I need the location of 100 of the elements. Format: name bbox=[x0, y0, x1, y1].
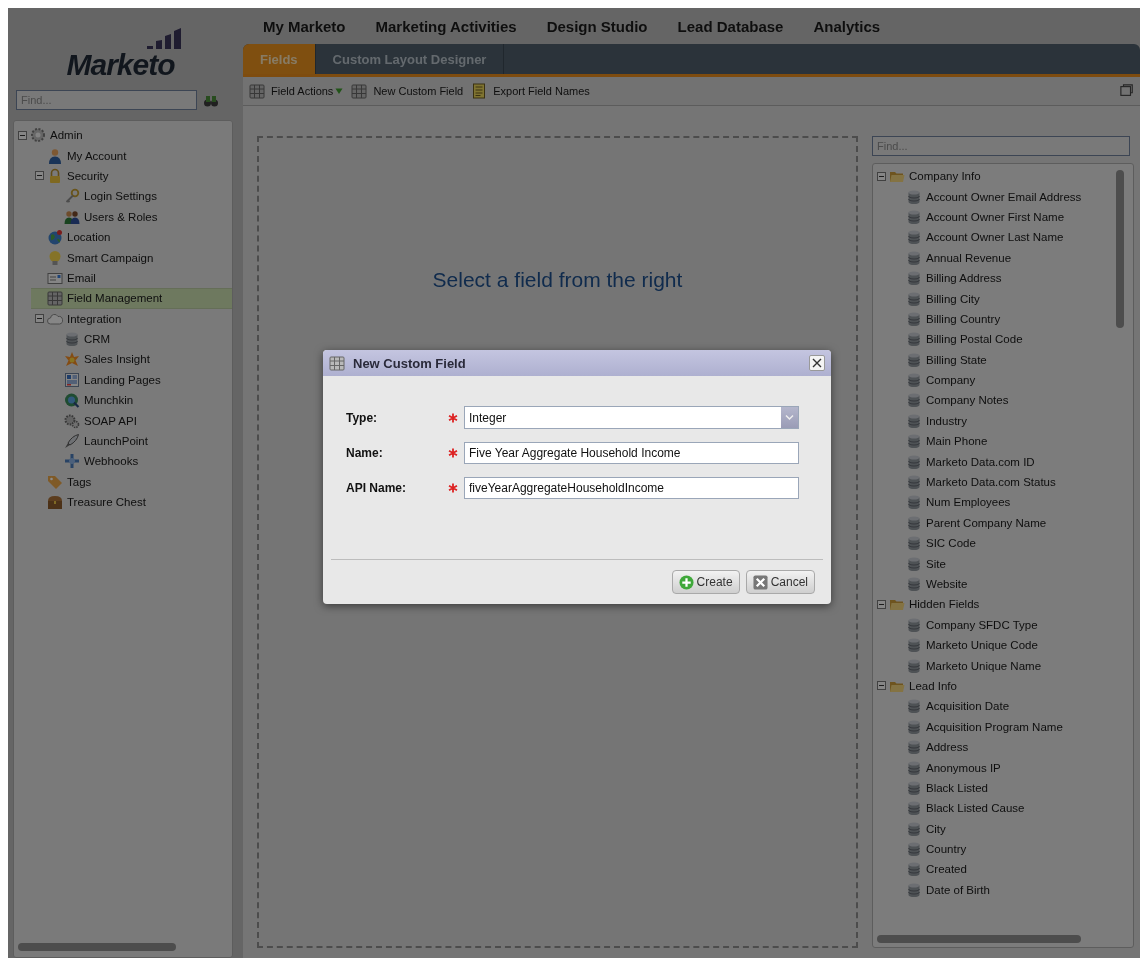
scrollbar[interactable] bbox=[1116, 170, 1124, 328]
create-button[interactable]: Create bbox=[671, 570, 740, 594]
toolbar-button[interactable]: New Custom Field bbox=[351, 83, 464, 99]
collapse-icon[interactable] bbox=[35, 314, 44, 324]
tree-item[interactable]: SOAP API bbox=[48, 410, 232, 431]
dialog-title: New Custom Field bbox=[353, 355, 467, 371]
tree-item[interactable]: Website bbox=[890, 573, 1133, 595]
tree-item[interactable]: Integration bbox=[31, 308, 232, 329]
tree-item[interactable]: Field Management bbox=[31, 288, 232, 309]
tree-item[interactable]: Annual Revenue bbox=[890, 247, 1133, 268]
tree-item[interactable]: Account Owner Email Address bbox=[890, 186, 1133, 207]
tree-item[interactable]: Webhooks bbox=[48, 451, 232, 472]
field-label: Type: bbox=[346, 410, 379, 425]
database-icon bbox=[906, 412, 922, 429]
tree-item[interactable]: Smart Campaign bbox=[31, 247, 232, 268]
tree-item[interactable]: Users & Roles bbox=[48, 206, 232, 227]
collapse-icon[interactable] bbox=[877, 599, 886, 609]
tree-item[interactable]: Company Info bbox=[873, 166, 1133, 187]
database-icon bbox=[906, 351, 922, 368]
database-icon bbox=[906, 881, 922, 898]
tree-item[interactable]: City bbox=[890, 818, 1133, 839]
database-icon bbox=[64, 331, 80, 348]
tree-item[interactable]: CRM bbox=[48, 328, 232, 350]
tree-item[interactable]: Security bbox=[31, 165, 232, 187]
window-icon[interactable] bbox=[1120, 84, 1134, 98]
close-button[interactable] bbox=[809, 355, 825, 371]
tree-item[interactable]: Anonymous IP bbox=[890, 757, 1133, 778]
people-icon bbox=[64, 208, 80, 225]
database-icon bbox=[906, 208, 922, 225]
tree-item[interactable]: Billing Postal Code bbox=[890, 329, 1133, 350]
database-icon bbox=[906, 270, 922, 287]
nav-link[interactable]: Design Studio bbox=[546, 17, 648, 35]
tree-item[interactable]: Location bbox=[31, 226, 232, 248]
input-field[interactable]: Five Year Aggregate Household Income bbox=[464, 441, 799, 464]
tree-item[interactable]: Munchkin bbox=[48, 390, 232, 411]
tree-item[interactable]: Main Phone bbox=[890, 431, 1133, 452]
tree-item[interactable]: Acquisition Program Name bbox=[890, 716, 1133, 737]
database-icon bbox=[906, 718, 922, 735]
tree-item[interactable]: Billing Country bbox=[890, 308, 1133, 330]
nav-link[interactable]: My Marketo bbox=[263, 17, 346, 35]
tree-item[interactable]: Account Owner First Name bbox=[890, 206, 1133, 228]
tree-item[interactable]: Acquisition Date bbox=[890, 696, 1133, 717]
tree-item[interactable]: Tags bbox=[31, 471, 232, 493]
collapse-icon[interactable] bbox=[18, 130, 27, 140]
nav-link[interactable]: Marketing Activities bbox=[375, 17, 517, 35]
tree-item[interactable]: Black Listed bbox=[890, 777, 1133, 799]
tree-item[interactable]: LaunchPoint bbox=[48, 430, 232, 452]
scrollbar[interactable] bbox=[877, 935, 1081, 943]
tree-item[interactable]: Sales Insight bbox=[48, 349, 232, 370]
tree-item[interactable]: SIC Code bbox=[890, 533, 1133, 554]
tree-item[interactable]: Lead Info bbox=[873, 675, 1133, 697]
tree-item[interactable]: Landing Pages bbox=[48, 369, 232, 391]
tree-item[interactable]: Address bbox=[890, 736, 1133, 758]
cancel-button[interactable]: Cancel bbox=[745, 570, 815, 594]
tree-item[interactable]: Site bbox=[890, 553, 1133, 574]
tree-item[interactable]: Num Employees bbox=[890, 492, 1133, 513]
database-icon bbox=[906, 392, 922, 409]
tree-item[interactable]: My Account bbox=[31, 145, 232, 166]
gears-icon bbox=[64, 412, 80, 429]
tree-item[interactable]: Country bbox=[890, 838, 1133, 860]
database-icon bbox=[906, 453, 922, 470]
tree-item[interactable]: Email bbox=[31, 267, 232, 289]
tree-item[interactable]: Billing State bbox=[890, 349, 1133, 370]
database-icon bbox=[906, 372, 922, 389]
light-bulb-icon bbox=[47, 249, 63, 266]
tree-item[interactable]: Login Settings bbox=[48, 186, 232, 207]
collapse-icon[interactable] bbox=[877, 171, 886, 181]
nav-link[interactable]: Analytics bbox=[813, 17, 881, 35]
tree-item[interactable]: Treasure Chest bbox=[31, 492, 232, 513]
tree-item[interactable]: Marketo Unique Name bbox=[890, 655, 1133, 676]
tree-item[interactable]: Marketo Unique Code bbox=[890, 635, 1133, 656]
database-icon bbox=[906, 759, 922, 776]
toolbar-button[interactable]: Export Field Names bbox=[471, 83, 590, 99]
tree-item[interactable]: Marketo Data.com ID bbox=[890, 451, 1133, 472]
input-field[interactable]: fiveYearAggregateHouseholdIncome bbox=[464, 476, 799, 499]
chest-icon bbox=[47, 494, 63, 511]
tree-item[interactable]: Company bbox=[890, 369, 1133, 391]
tree-item[interactable]: Company Notes bbox=[890, 390, 1133, 411]
tree-item[interactable]: Hidden Fields bbox=[873, 594, 1133, 615]
collapse-icon[interactable] bbox=[35, 171, 44, 181]
tree-item[interactable]: Industry bbox=[890, 410, 1133, 432]
tree-item[interactable]: Marketo Data.com Status bbox=[890, 471, 1133, 493]
dropdown[interactable]: Integer bbox=[464, 406, 799, 429]
database-icon bbox=[906, 861, 922, 878]
tree-item[interactable]: Admin bbox=[14, 125, 232, 146]
tree-item[interactable]: Company SFDC Type bbox=[890, 614, 1133, 635]
tree-item[interactable]: Account Owner Last Name bbox=[890, 227, 1133, 248]
tree-item[interactable]: Black Listed Cause bbox=[890, 798, 1133, 819]
nav-link[interactable]: Lead Database bbox=[677, 17, 784, 35]
table-icon bbox=[329, 355, 345, 371]
plus-icon bbox=[678, 574, 694, 590]
tree-item[interactable]: Parent Company Name bbox=[890, 512, 1133, 534]
tree-item[interactable]: Date of Birth bbox=[890, 879, 1133, 901]
tree-item[interactable]: Billing City bbox=[890, 288, 1133, 309]
collapse-icon[interactable] bbox=[877, 681, 886, 691]
database-icon bbox=[906, 800, 922, 817]
scrollbar[interactable] bbox=[18, 943, 176, 951]
tree-item[interactable]: Billing Address bbox=[890, 267, 1133, 289]
menu-button[interactable]: Field Actions bbox=[249, 83, 344, 99]
tree-item[interactable]: Created bbox=[890, 859, 1133, 880]
